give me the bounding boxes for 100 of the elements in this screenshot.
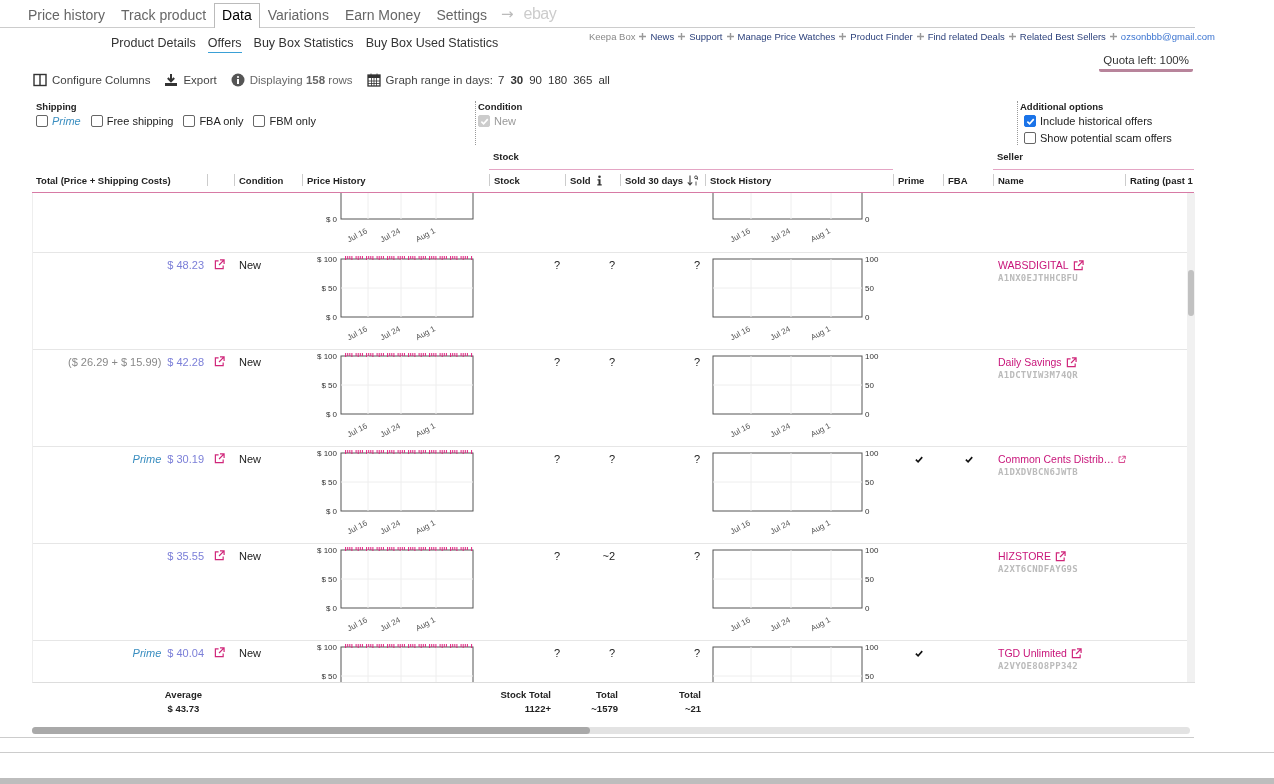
seller-name-link[interactable]: Daily Savings bbox=[998, 356, 1062, 368]
filter-title: Additional options bbox=[1020, 101, 1105, 112]
stock-value: ? bbox=[553, 647, 560, 659]
column-header[interactable]: Name bbox=[998, 174, 1024, 186]
external-link-icon[interactable] bbox=[1072, 259, 1084, 271]
seller-id: A2XT6CNDFAYG9S bbox=[998, 564, 1080, 574]
nav-link[interactable]: Related Best Sellers bbox=[1019, 31, 1106, 42]
subtab[interactable]: Buy Box Statistics bbox=[253, 36, 354, 53]
configure-columns-link[interactable]: Configure Columns bbox=[52, 74, 151, 86]
subtab[interactable]: Offers bbox=[207, 36, 242, 53]
tab[interactable]: Price history bbox=[20, 3, 114, 27]
external-link-icon[interactable] bbox=[1054, 550, 1066, 562]
stock-history-chart: 100 50 0 Jul 16 Jul 24 Aug 1 bbox=[706, 447, 894, 544]
seller-name-link[interactable]: HIZSTORE bbox=[998, 550, 1051, 562]
external-link-icon[interactable] bbox=[214, 647, 225, 658]
external-link-icon[interactable] bbox=[1118, 453, 1126, 465]
column-header[interactable]: Condition bbox=[239, 174, 284, 186]
seller-name-link[interactable]: WABSDIGITAL bbox=[998, 259, 1069, 271]
column-header[interactable]: Stock History bbox=[710, 174, 772, 186]
range-option[interactable]: 7 bbox=[498, 74, 505, 86]
nav-link[interactable]: News bbox=[650, 31, 675, 42]
account-link[interactable]: ozsonbbb@gmail.com bbox=[1120, 31, 1215, 42]
checkbox[interactable] bbox=[36, 115, 48, 127]
condition-text: New bbox=[239, 259, 261, 271]
nav-link[interactable]: Find related Deals bbox=[927, 31, 1005, 42]
price-breakdown: ($ 26.29 + $ 15.99) bbox=[68, 356, 162, 370]
separator-icon bbox=[839, 33, 847, 40]
price-history-chart: $ 100 $ 50 $ 0 Jul 16 Jul 24 Aug 1 bbox=[303, 544, 490, 641]
graph-range-label: Graph range in days: bbox=[385, 74, 493, 86]
column-header[interactable]: Rating (past 1 bbox=[1130, 174, 1193, 186]
nav-link[interactable]: Manage Price Watches bbox=[737, 31, 836, 42]
checkbox-label: Free shipping bbox=[106, 115, 174, 127]
external-link-icon[interactable] bbox=[1070, 647, 1082, 659]
arrow-text: → bbox=[500, 4, 515, 25]
checkbox[interactable] bbox=[1024, 132, 1036, 144]
seller-id: A2VYOE8O8PP342 bbox=[998, 661, 1080, 671]
seller-name-link[interactable]: Common Cents Distrib… bbox=[998, 453, 1115, 465]
footer-label: Total bbox=[596, 689, 618, 700]
checkbox[interactable] bbox=[253, 115, 266, 127]
nav-link[interactable]: Keepa Box bbox=[588, 31, 636, 42]
column-group-header: Stock bbox=[489, 151, 893, 170]
vertical-scrollbar[interactable] bbox=[1187, 193, 1195, 682]
range-option[interactable]: 365 bbox=[573, 74, 593, 86]
column-header[interactable]: Price History bbox=[307, 174, 366, 186]
condition-text: New bbox=[239, 453, 261, 465]
column-header[interactable]: Sold bbox=[570, 174, 591, 186]
separator-icon bbox=[1008, 33, 1016, 40]
range-option[interactable]: 30 bbox=[510, 74, 524, 86]
total-price: $ 42.28 bbox=[167, 356, 204, 370]
tab[interactable]: Earn Money bbox=[336, 3, 429, 27]
stock-value: ? bbox=[553, 259, 560, 271]
tab[interactable]: Variations bbox=[259, 3, 337, 27]
sold-value: ? bbox=[608, 356, 615, 368]
column-header[interactable]: Prime bbox=[898, 174, 925, 186]
horizontal-scrollbar[interactable] bbox=[32, 727, 1190, 734]
info-icon[interactable] bbox=[594, 174, 604, 186]
external-link-icon[interactable] bbox=[214, 356, 225, 367]
range-option[interactable]: 90 bbox=[529, 74, 542, 86]
stock-history-chart: 100 50 0 Jul 16 Jul 24 Aug 1 bbox=[706, 544, 894, 641]
checkbox[interactable] bbox=[90, 115, 103, 127]
checkbox-label: Show potential scam offers bbox=[1040, 132, 1172, 144]
calendar-icon bbox=[366, 73, 381, 87]
subtab[interactable]: Buy Box Used Statistics bbox=[365, 36, 499, 53]
external-link-icon[interactable] bbox=[214, 259, 225, 270]
footer-label: Total bbox=[679, 689, 701, 700]
filter-title: Shipping bbox=[36, 101, 78, 112]
sold-30-days-value: ? bbox=[693, 550, 700, 562]
column-header[interactable]: Total (Price + Shipping Costs) bbox=[36, 174, 171, 186]
nav-link[interactable]: Support bbox=[689, 31, 723, 42]
checkbox[interactable] bbox=[183, 115, 196, 127]
range-option[interactable]: 180 bbox=[548, 74, 568, 86]
seller-id: A1DCTVIW3M74QR bbox=[998, 370, 1080, 380]
total-price: $ 35.55 bbox=[167, 550, 204, 564]
footer-value: ~1579 bbox=[591, 703, 618, 714]
download-icon[interactable] bbox=[164, 73, 179, 87]
column-header[interactable]: Sold 30 days bbox=[625, 174, 684, 186]
column-header[interactable]: Stock bbox=[494, 174, 520, 186]
sold-value: ? bbox=[608, 647, 615, 659]
tab[interactable]: Settings bbox=[428, 3, 495, 27]
export-link[interactable]: Export bbox=[183, 74, 217, 86]
subtab[interactable]: Product Details bbox=[111, 36, 196, 53]
range-option[interactable]: all bbox=[598, 74, 610, 86]
tab[interactable]: Data bbox=[214, 3, 260, 28]
sort-icon[interactable] bbox=[687, 174, 700, 186]
checkbox[interactable] bbox=[1024, 115, 1036, 127]
columns-icon[interactable] bbox=[33, 73, 47, 87]
external-link-icon[interactable] bbox=[1065, 356, 1077, 368]
column-header[interactable]: FBA bbox=[948, 174, 968, 186]
condition-text: New bbox=[239, 647, 261, 659]
checkbox-label: Include historical offers bbox=[1040, 115, 1153, 127]
nav-link[interactable]: Product Finder bbox=[850, 31, 913, 42]
total-price: $ 48.23 bbox=[167, 259, 204, 273]
info-icon bbox=[230, 73, 245, 87]
external-link-icon[interactable] bbox=[214, 550, 225, 561]
seller-name-link[interactable]: TGD Unlimited bbox=[998, 647, 1067, 659]
tab[interactable]: Track product bbox=[113, 3, 215, 27]
total-price: $ 40.04 bbox=[167, 647, 204, 661]
separator-icon bbox=[678, 33, 686, 40]
price-history-chart: $ 100 $ 50 $ 0 Jul 16 Jul 24 Aug 1 bbox=[303, 350, 490, 447]
external-link-icon[interactable] bbox=[214, 453, 225, 464]
